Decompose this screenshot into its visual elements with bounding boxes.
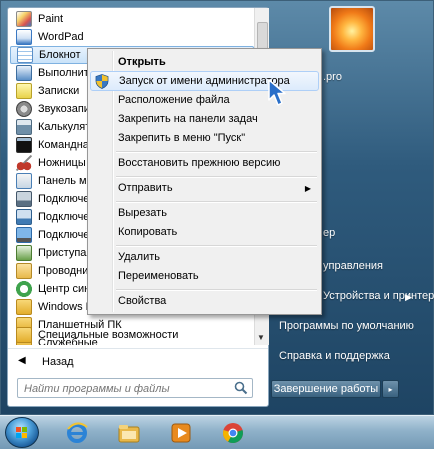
menu-item-label: Запуск от имени администратора: [119, 75, 290, 87]
folder-icon: [16, 299, 32, 315]
explorer-icon: [16, 263, 32, 279]
program-label: WordPad: [38, 31, 84, 43]
paint-icon: [16, 11, 32, 27]
menu-item-rename[interactable]: Переименовать: [90, 266, 319, 286]
program-label: Paint: [38, 13, 64, 25]
shutdown-options-button[interactable]: ▸: [382, 380, 399, 398]
menu-item-label: Открыть: [118, 56, 166, 68]
user-avatar[interactable]: [329, 6, 375, 52]
taskbar-media-player-button[interactable]: [162, 418, 200, 448]
cmd-icon: [16, 137, 32, 153]
sticky-notes-icon: [16, 83, 32, 99]
taskbar: [0, 415, 434, 449]
media-player-icon: [171, 423, 191, 443]
wordpad-icon: [16, 29, 32, 45]
back-arrow-icon: ◀: [18, 355, 26, 366]
right-item-user-folder[interactable]: .pro: [323, 71, 342, 83]
program-label: Блокнот: [39, 49, 81, 61]
program-item-paint[interactable]: Paint: [10, 10, 254, 28]
taskbar-ie-button[interactable]: [58, 418, 96, 448]
ie-icon: [67, 422, 88, 443]
search-input[interactable]: [22, 380, 226, 398]
sound-recorder-icon: [16, 101, 32, 117]
menu-item-copy[interactable]: Копировать: [90, 222, 319, 242]
program-folder-accessibility[interactable]: Специальные возможности: [10, 326, 254, 344]
network-projector-icon: [16, 209, 32, 225]
back-button[interactable]: ◀ Назад: [8, 348, 268, 375]
menu-item-label: Закрепить на панели задач: [118, 113, 258, 125]
projector-icon: [16, 191, 32, 207]
menu-item-label: Копировать: [118, 226, 178, 238]
snipping-tool-icon: [16, 155, 32, 171]
back-label: Назад: [42, 356, 74, 368]
remote-desktop-icon: [16, 227, 32, 243]
chevron-right-icon: ▸: [388, 384, 393, 394]
right-item-default-programs[interactable]: Программы по умолчанию: [279, 320, 414, 332]
menu-item-label: Свойства: [118, 295, 167, 307]
right-item-devices-printers[interactable]: Устройства и принтеры: [323, 290, 434, 302]
search-icon[interactable]: [234, 381, 248, 395]
program-label: Специальные возможности: [38, 329, 179, 341]
menu-item-label: Расположение файла: [118, 94, 230, 106]
menu-item-restore-previous[interactable]: Восстановить прежнюю версию: [90, 153, 319, 173]
calculator-icon: [16, 119, 32, 135]
math-input-icon: [16, 173, 32, 189]
menu-item-send-to[interactable]: Отправить ▶: [90, 178, 319, 198]
right-item-control-panel[interactable]: управления: [323, 260, 383, 272]
shutdown-label: Завершение работы: [273, 383, 379, 395]
menu-item-label: Удалить: [118, 251, 160, 263]
windows-logo-icon: [16, 427, 28, 439]
submenu-arrow-icon: ▶: [405, 292, 412, 302]
start-button[interactable]: [5, 417, 39, 448]
notepad-icon: [17, 47, 33, 63]
getting-started-icon: [16, 245, 32, 261]
menu-item-open[interactable]: Открыть: [90, 52, 319, 72]
menu-item-pin-taskbar[interactable]: Закрепить на панели задач: [90, 109, 319, 129]
menu-item-delete[interactable]: Удалить: [90, 247, 319, 267]
shield-icon: [95, 74, 109, 89]
menu-item-label: Закрепить в меню "Пуск": [118, 132, 246, 144]
menu-item-label: Отправить: [118, 182, 173, 194]
menu-item-cut[interactable]: Вырезать: [90, 203, 319, 223]
menu-item-pin-start[interactable]: Закрепить в меню "Пуск": [90, 128, 319, 148]
program-label: Проводник: [38, 265, 94, 277]
explorer-folder-icon: [118, 425, 140, 443]
chrome-icon: [223, 423, 243, 444]
program-label: Записки: [38, 85, 80, 97]
menu-item-label: Вырезать: [118, 207, 167, 219]
scroll-down-icon[interactable]: ▼: [257, 333, 265, 342]
sync-center-icon: [16, 281, 32, 297]
shutdown-button[interactable]: Завершение работы: [271, 380, 381, 398]
program-label: Выполнить: [38, 67, 95, 79]
taskbar-chrome-button[interactable]: [214, 418, 252, 448]
folder-icon: [16, 327, 32, 343]
menu-item-label: Переименовать: [118, 270, 199, 282]
run-icon: [16, 65, 32, 81]
menu-item-properties[interactable]: Свойства: [90, 291, 319, 311]
mouse-cursor-icon: [268, 79, 286, 106]
menu-item-label: Восстановить прежнюю версию: [118, 157, 281, 169]
program-item-wordpad[interactable]: WordPad: [10, 28, 254, 46]
program-label: Ножницы: [38, 157, 86, 169]
search-box[interactable]: [17, 378, 253, 398]
submenu-arrow-icon: ▶: [304, 183, 311, 193]
taskbar-explorer-button[interactable]: [110, 418, 148, 448]
right-item-help-support[interactable]: Справка и поддержка: [279, 350, 390, 362]
right-item-computer[interactable]: ер: [323, 227, 335, 239]
